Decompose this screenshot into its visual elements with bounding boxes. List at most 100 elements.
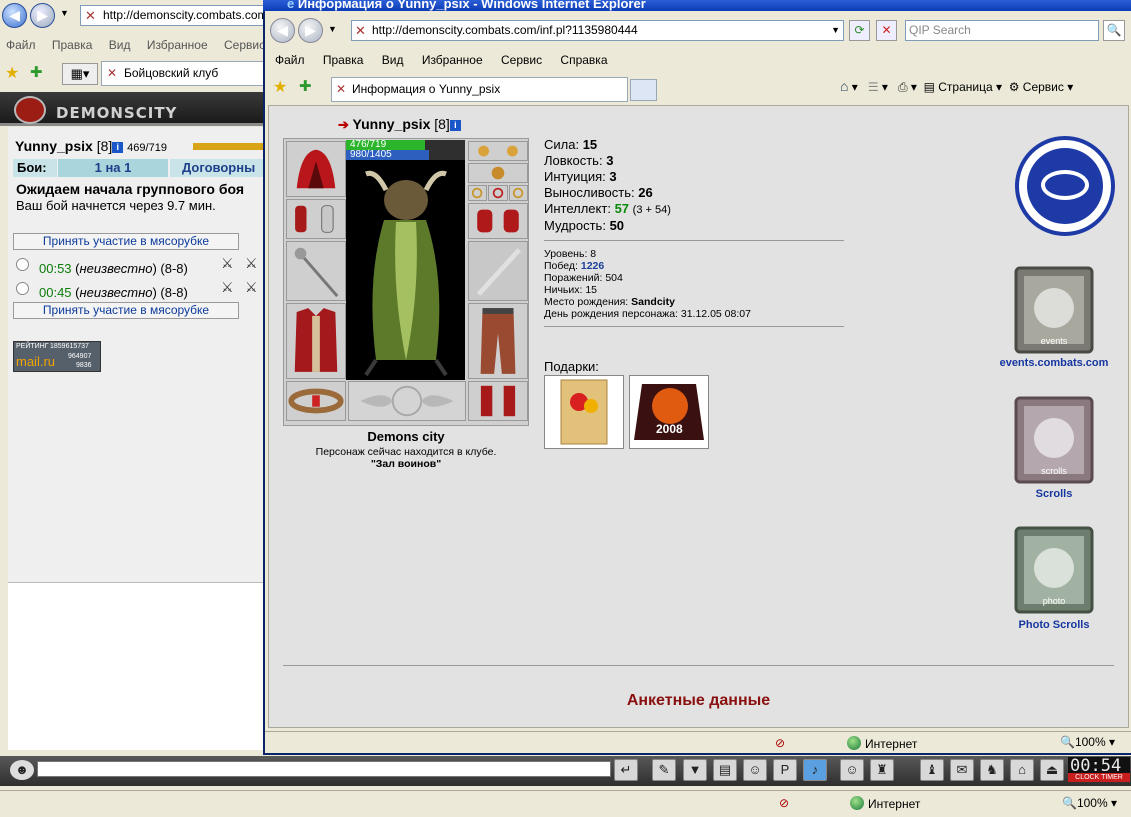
- menu-view[interactable]: Вид: [382, 53, 404, 67]
- ring-slot-3[interactable]: [509, 185, 528, 201]
- legs-slot[interactable]: [468, 303, 528, 379]
- zoom-control[interactable]: 🔍100% ▾: [1060, 735, 1115, 749]
- new-tab-button[interactable]: [630, 79, 657, 101]
- helmet-slot[interactable]: [286, 141, 346, 197]
- history-dropdown-icon[interactable]: ▼: [60, 8, 69, 18]
- join-button-1[interactable]: Принять участие в мясорубке: [13, 233, 239, 250]
- front-back-button[interactable]: ◀: [270, 18, 295, 43]
- mailru-counter[interactable]: РЕЙТИНГ 1859615737 mail.ru 964907 9836: [13, 341, 101, 372]
- fight-radio-1[interactable]: [16, 258, 29, 271]
- favorites-star-icon[interactable]: ★: [273, 77, 287, 97]
- join-button-2[interactable]: Принять участие в мясорубке: [13, 302, 239, 319]
- page-menu[interactable]: ▤ Страница ▾: [924, 80, 1002, 94]
- photo-scrolls-link[interactable]: Photo Scrolls: [989, 619, 1119, 631]
- popup-blocked-icon[interactable]: ⊘: [779, 796, 789, 810]
- print-icon[interactable]: ⎙: [898, 80, 908, 94]
- front-tab[interactable]: ✕ Информация о Yunny_psix: [331, 77, 628, 102]
- detail-value: 15: [585, 284, 598, 296]
- armor-icon[interactable]: ♞: [980, 759, 1004, 781]
- favorites-star-icon[interactable]: ★: [5, 63, 19, 83]
- bg-player-name[interactable]: Yunny_psix: [15, 138, 93, 154]
- helmet-icon[interactable]: ♜: [870, 759, 894, 781]
- bg-menu-view[interactable]: Вид: [109, 38, 131, 52]
- detail-row: День рождения персонажа: 31.12.05 08:07: [544, 308, 751, 320]
- home-icon[interactable]: ⌂: [1010, 759, 1034, 781]
- popup-blocked-icon[interactable]: ⊘: [775, 736, 785, 750]
- scrolls-link[interactable]: Scrolls: [989, 488, 1119, 500]
- search-icon[interactable]: 🔍: [1103, 20, 1125, 41]
- bag-icon[interactable]: ♝: [920, 759, 944, 781]
- detail-label: Побед:: [544, 260, 578, 272]
- tab-agreed[interactable]: Договорны: [170, 159, 264, 177]
- menu-tools[interactable]: Сервис: [501, 53, 542, 67]
- chat-input[interactable]: [37, 761, 611, 777]
- events-scroll-icon[interactable]: events: [1006, 262, 1102, 358]
- bg-status-zone-text: Интернет: [868, 797, 921, 811]
- send-icon[interactable]: ↵: [614, 759, 638, 781]
- ring-slot-1[interactable]: [468, 185, 487, 201]
- fight-radio-2[interactable]: [16, 282, 29, 295]
- shield-slot[interactable]: [468, 241, 528, 301]
- stat-value: 50: [609, 218, 625, 233]
- search-input[interactable]: QIP Search: [905, 20, 1099, 41]
- stop-icon[interactable]: ✕: [876, 20, 897, 41]
- add-favorite-icon[interactable]: ✚: [30, 63, 43, 81]
- amulet-slot[interactable]: [468, 163, 528, 183]
- details-list: Уровень: 8 Побед: 1226 Поражений: 504 Ни…: [544, 248, 751, 320]
- gift-card-text: 2008: [656, 422, 683, 436]
- front-forward-button[interactable]: ▶: [298, 18, 323, 43]
- exit-icon[interactable]: ⏏: [1040, 759, 1064, 781]
- boots-slot[interactable]: [468, 381, 528, 421]
- belt-slot[interactable]: [286, 381, 346, 421]
- bg-menu-file[interactable]: Файл: [6, 38, 36, 52]
- refresh-icon[interactable]: ⟳: [849, 20, 870, 41]
- eraser-icon[interactable]: ✎: [652, 759, 676, 781]
- smiles-icon[interactable]: ☺: [840, 759, 864, 781]
- tab-one-on-one[interactable]: 1 на 1: [58, 159, 168, 177]
- home-icon[interactable]: ⌂: [840, 78, 848, 94]
- tools-menu[interactable]: ⚙ Сервис ▾: [1009, 80, 1074, 94]
- photo-scrolls-icon[interactable]: photo: [1006, 522, 1102, 618]
- people-icon[interactable]: ☺: [743, 759, 767, 781]
- bg-address-bar[interactable]: ✕ http://demonscity.combats.com/: [80, 5, 270, 26]
- private-icon[interactable]: P: [773, 759, 797, 781]
- feeds-icon[interactable]: ☰: [868, 80, 879, 94]
- scroll-icon[interactable]: ✉: [950, 759, 974, 781]
- info-icon[interactable]: i: [112, 142, 124, 153]
- info-icon[interactable]: i: [449, 120, 461, 131]
- add-favorite-icon[interactable]: ✚: [299, 77, 312, 95]
- site-logo[interactable]: [1015, 136, 1115, 236]
- menu-help[interactable]: Справка: [560, 53, 607, 67]
- bg-menu-tools[interactable]: Сервис: [224, 38, 265, 52]
- smiley-head-icon[interactable]: ☻: [10, 760, 34, 780]
- weapon-slot[interactable]: [286, 241, 346, 301]
- menu-file[interactable]: Файл: [275, 53, 305, 67]
- front-address-bar[interactable]: ✕ http://demonscity.combats.com/inf.pl?1…: [351, 20, 844, 41]
- bg-zoom[interactable]: 🔍100% ▾: [1062, 796, 1117, 810]
- bg-lower-frame: [8, 582, 264, 750]
- chat-mode-icon[interactable]: ♪: [803, 759, 827, 781]
- bg-tab[interactable]: ✕ Бойцовский клуб: [101, 61, 271, 86]
- bg-menu-favorites[interactable]: Избранное: [147, 38, 208, 52]
- quick-tabs-icon[interactable]: ▦▾: [62, 63, 98, 85]
- address-dropdown-icon[interactable]: ▼: [831, 21, 840, 40]
- scrolls-icon[interactable]: scrolls: [1006, 392, 1102, 488]
- save-log-icon[interactable]: ▤: [713, 759, 737, 781]
- back-button[interactable]: ◀: [2, 3, 27, 28]
- events-link[interactable]: events.combats.com: [989, 357, 1119, 369]
- armor-slot[interactable]: [286, 303, 346, 379]
- ring-slot-2[interactable]: [488, 185, 508, 201]
- bracers-slot[interactable]: [286, 199, 346, 239]
- front-history-icon[interactable]: ▼: [328, 24, 337, 34]
- gloves-slot[interactable]: [468, 203, 528, 239]
- menu-favorites[interactable]: Избранное: [422, 53, 483, 67]
- menu-edit[interactable]: Правка: [323, 53, 364, 67]
- gift-1[interactable]: [544, 375, 624, 449]
- earrings-slot[interactable]: [468, 141, 528, 161]
- front-status-bar: ⊘ Интернет 🔍100% ▾: [265, 731, 1131, 753]
- tools-menu-label: Сервис: [1022, 80, 1064, 94]
- filter-icon[interactable]: ▼: [683, 759, 707, 781]
- forward-button[interactable]: ▶: [30, 3, 55, 28]
- bg-menu-edit[interactable]: Правка: [52, 38, 93, 52]
- gift-2[interactable]: 2008: [629, 375, 709, 449]
